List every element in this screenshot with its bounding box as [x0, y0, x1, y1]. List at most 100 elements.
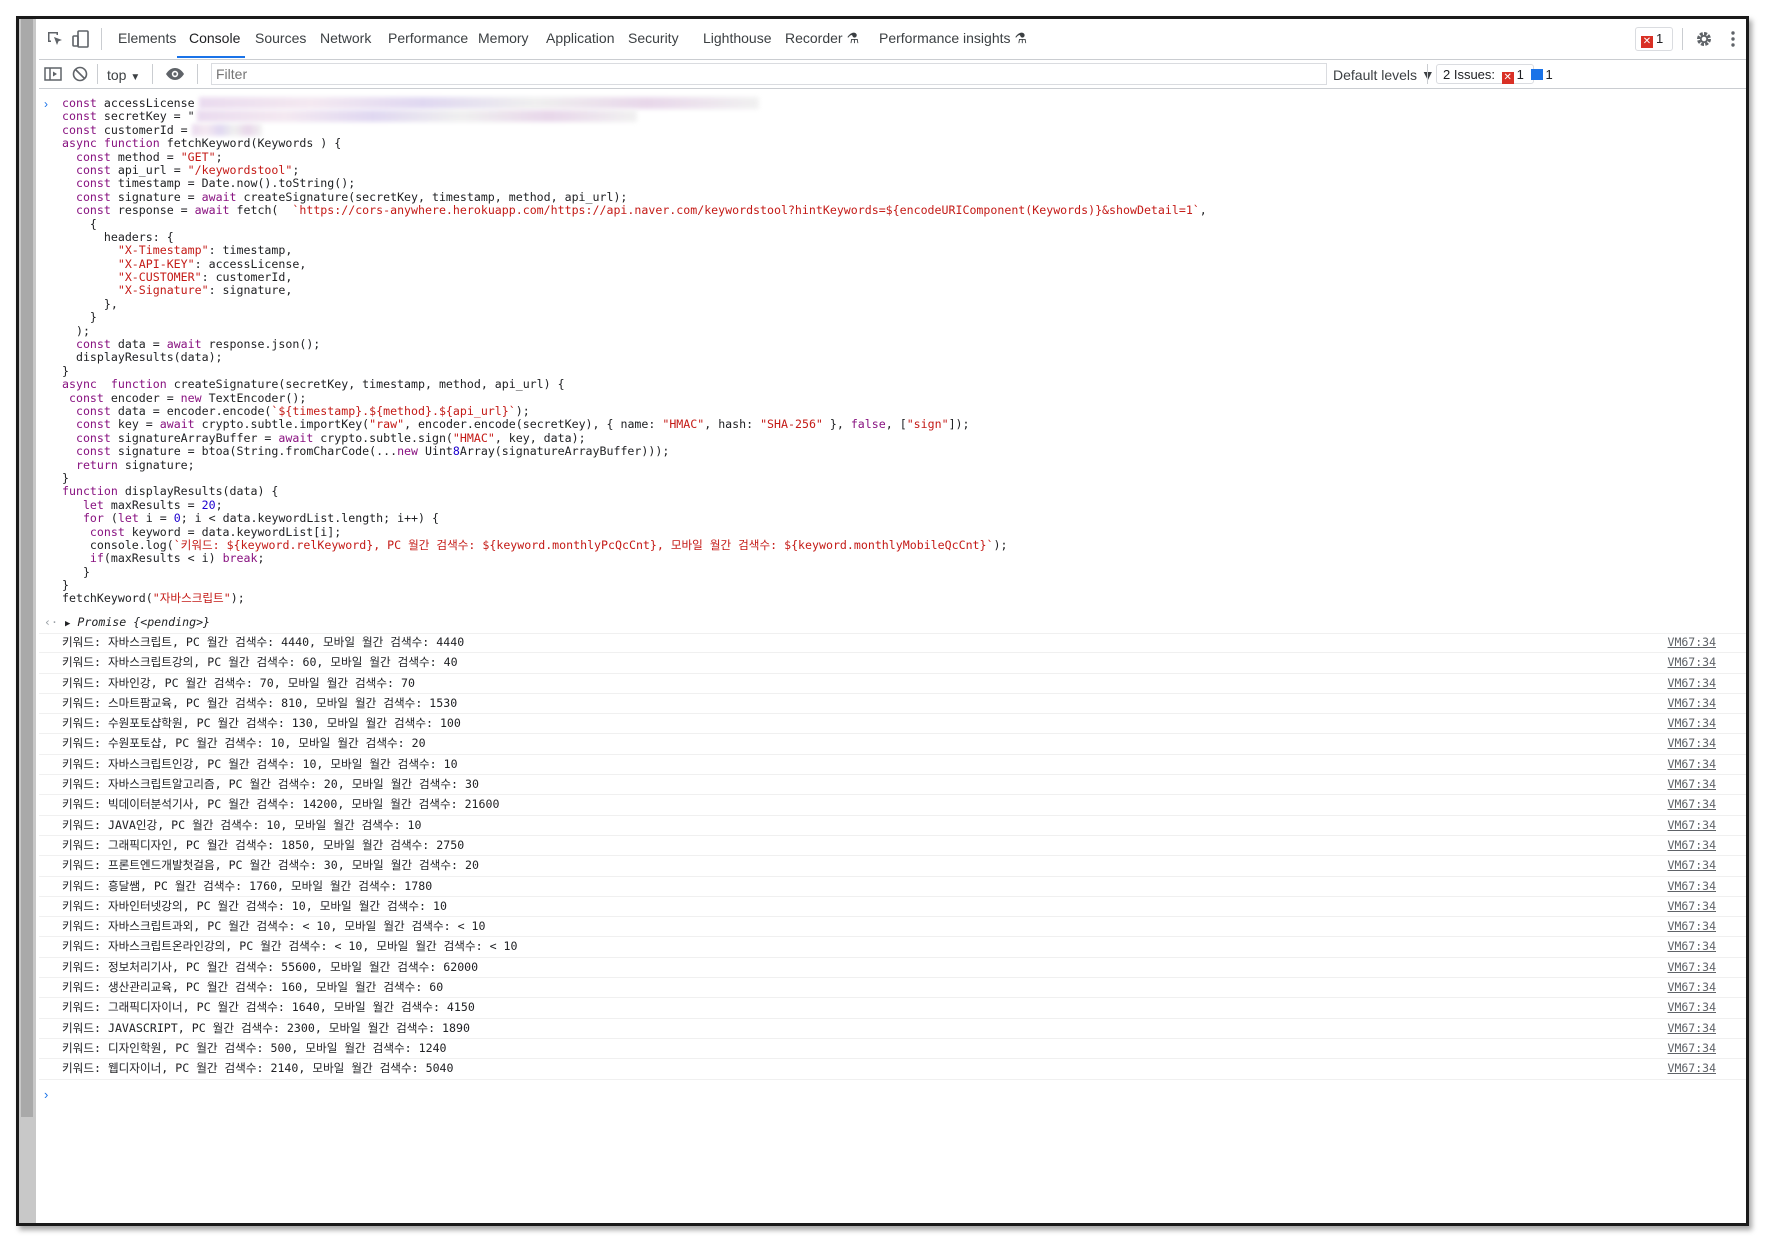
log-source-link[interactable]: VM67:34: [1668, 937, 1716, 956]
log-message: 키워드: 자바스크립트알고리즘, PC 월간 검색수: 20, 모바일 월간 검…: [62, 777, 479, 792]
log-message: 키워드: JAVASCRIPT, PC 월간 검색수: 2300, 모바일 월간…: [62, 1020, 470, 1035]
code-line: headers: {: [62, 229, 174, 244]
divider: [152, 64, 153, 84]
scrollbar-thumb[interactable]: [21, 19, 33, 1117]
log-source-link[interactable]: VM67:34: [1668, 897, 1716, 916]
tab-performance[interactable]: Performance: [388, 30, 468, 46]
tab-sources[interactable]: Sources: [255, 30, 306, 46]
log-row: 키워드: 자바스크립트과외, PC 월간 검색수: < 10, 모바일 월간 검…: [39, 917, 1746, 938]
tab-security[interactable]: Security: [628, 30, 679, 46]
filter-input[interactable]: [211, 63, 1327, 85]
device-toggle-icon[interactable]: [69, 27, 93, 51]
log-row: 키워드: JAVA인강, PC 월간 검색수: 10, 모바일 월간 검색수: …: [39, 816, 1746, 836]
code-line: }: [62, 310, 97, 325]
tab-performance-insights-label: Performance insights: [879, 30, 1011, 46]
log-row: 키워드: JAVASCRIPT, PC 월간 검색수: 2300, 모바일 월간…: [39, 1019, 1746, 1039]
error-count-badge[interactable]: ✕ 1: [1635, 27, 1673, 51]
promise-result[interactable]: ‹· ▶ Promise {<pending>}: [39, 611, 1746, 634]
log-source-link[interactable]: VM67:34: [1668, 856, 1716, 875]
log-source-link[interactable]: VM67:34: [1668, 1039, 1716, 1058]
code-line: const signature = await createSignature(…: [75, 189, 628, 204]
context-selector[interactable]: top ▼: [107, 67, 140, 83]
log-message: 키워드: 수원포토샵학원, PC 월간 검색수: 130, 모바일 월간 검색수…: [62, 716, 461, 731]
code-line: );: [62, 323, 90, 338]
code-line: const key = await crypto.subtle.importKe…: [75, 417, 970, 432]
tab-console[interactable]: Console: [189, 30, 240, 46]
clear-console-icon[interactable]: [68, 62, 92, 86]
code-line: const timestamp = Date.now().toString();: [75, 176, 356, 191]
redacted-value: [196, 110, 637, 123]
log-source-link[interactable]: VM67:34: [1668, 816, 1716, 835]
log-row: 키워드: 자바인강, PC 월간 검색수: 70, 모바일 월간 검색수: 70…: [39, 674, 1746, 694]
return-arrow-icon: ‹·: [44, 615, 58, 629]
code-line: const accessLicense: [39, 96, 1746, 110]
log-source-link[interactable]: VM67:34: [1668, 633, 1716, 652]
expand-triangle-icon[interactable]: ▶: [65, 619, 70, 629]
log-message: 키워드: 자바스크립트, PC 월간 검색수: 4440, 모바일 월간 검색수…: [62, 635, 465, 649]
log-source-link[interactable]: VM67:34: [1668, 653, 1716, 672]
code-line: const api_url = "/keywordstool";: [75, 162, 300, 177]
inspect-icon[interactable]: [43, 27, 67, 51]
tab-network[interactable]: Network: [320, 30, 371, 46]
code-line: const secretKey = ": [39, 109, 1746, 123]
log-message: 키워드: 수원포토샵, PC 월간 검색수: 10, 모바일 월간 검색수: 2…: [62, 736, 426, 751]
code-line: }: [62, 564, 90, 579]
log-row: 키워드: 정보처리기사, PC 월간 검색수: 55600, 모바일 월간 검색…: [39, 958, 1746, 979]
tab-elements[interactable]: Elements: [118, 30, 176, 46]
code-line: "X-API-KEY": accessLicense,: [117, 256, 307, 271]
log-source-link[interactable]: VM67:34: [1668, 734, 1716, 753]
console-toolbar: top ▼ Default levels ▼ 2 Issues: ✕1 1: [39, 60, 1746, 89]
log-row: 키워드: 생산관리교육, PC 월간 검색수: 160, 모바일 월간 검색수:…: [39, 978, 1746, 999]
log-source-link[interactable]: VM67:34: [1668, 674, 1716, 693]
code-line: "X-Signature": signature,: [117, 283, 293, 298]
log-source-link[interactable]: VM67:34: [1668, 998, 1716, 1017]
code-line: const response = await fetch( `https://c…: [75, 203, 1207, 218]
gear-icon[interactable]: [1692, 27, 1716, 51]
tab-recorder[interactable]: Recorder ⚗: [785, 30, 859, 47]
log-source-link[interactable]: VM67:34: [1668, 958, 1716, 977]
log-source-link[interactable]: VM67:34: [1668, 1019, 1716, 1038]
more-icon[interactable]: [1721, 27, 1745, 51]
log-source-link[interactable]: VM67:34: [1668, 795, 1716, 814]
log-message: 키워드: 프론트엔드개발첫걸음, PC 월간 검색수: 30, 모바일 월간 검…: [62, 858, 479, 873]
log-source-link[interactable]: VM67:34: [1668, 1059, 1716, 1078]
log-row: 키워드: 스마트팜교육, PC 월간 검색수: 810, 모바일 월간 검색수:…: [39, 694, 1746, 715]
code-line: async function createSignature(secretKey…: [62, 377, 565, 392]
log-source-link[interactable]: VM67:34: [1668, 836, 1716, 855]
log-message: 키워드: 그래픽디자인, PC 월간 검색수: 1850, 모바일 월간 검색수…: [62, 837, 465, 852]
log-source-link[interactable]: VM67:34: [1668, 877, 1716, 896]
log-source-link[interactable]: VM67:34: [1668, 917, 1716, 936]
log-source-link[interactable]: VM67:34: [1668, 978, 1716, 997]
log-message: 키워드: 웹디자이너, PC 월간 검색수: 2140, 모바일 월간 검색수:…: [62, 1061, 454, 1076]
context-label: top: [107, 67, 127, 83]
tab-performance-insights[interactable]: Performance insights ⚗: [879, 30, 1027, 47]
code-line: async function fetchKeyword(Keywords ) {: [62, 136, 342, 151]
tab-memory[interactable]: Memory: [478, 30, 529, 46]
devtools-panel: Elements Console Sources Network Perform…: [39, 19, 1746, 1223]
log-source-link[interactable]: VM67:34: [1668, 755, 1716, 774]
log-source-link[interactable]: VM67:34: [1668, 694, 1716, 713]
issues-info-count: 1: [1545, 67, 1553, 82]
redacted-value: [191, 123, 262, 136]
log-row: 키워드: 프론트엔드개발첫걸음, PC 월간 검색수: 30, 모바일 월간 검…: [39, 856, 1746, 877]
code-line: return signature;: [75, 457, 195, 472]
log-message: 키워드: 자바스크립트강의, PC 월간 검색수: 60, 모바일 월간 검색수…: [62, 655, 458, 670]
issue-info-icon: [1530, 69, 1543, 80]
eye-icon[interactable]: [163, 62, 187, 86]
page-scrollbar[interactable]: [19, 19, 36, 1223]
issues-button[interactable]: 2 Issues: ✕ 1 1: [1436, 64, 1553, 84]
log-levels-dropdown[interactable]: Default levels ▼: [1333, 67, 1435, 83]
log-row: 키워드: 자바스크립트알고리즘, PC 월간 검색수: 20, 모바일 월간 검…: [39, 775, 1746, 796]
console-prompt-icon[interactable]: ›: [44, 1087, 48, 1102]
log-source-link[interactable]: VM67:34: [1668, 714, 1716, 733]
log-message: 키워드: 빅데이터분석기사, PC 월간 검색수: 14200, 모바일 월간 …: [62, 797, 500, 812]
code-line: {: [62, 216, 97, 231]
tab-application[interactable]: Application: [546, 30, 615, 46]
log-row: 키워드: 수원포토샵, PC 월간 검색수: 10, 모바일 월간 검색수: 2…: [39, 734, 1746, 755]
code-line: const customerId =: [39, 123, 1746, 137]
log-source-link[interactable]: VM67:34: [1668, 775, 1716, 794]
sidebar-toggle-icon[interactable]: [41, 62, 65, 86]
code-line: }: [62, 363, 69, 378]
tab-lighthouse[interactable]: Lighthouse: [703, 30, 772, 46]
code-line: function displayResults(data) {: [62, 484, 279, 499]
